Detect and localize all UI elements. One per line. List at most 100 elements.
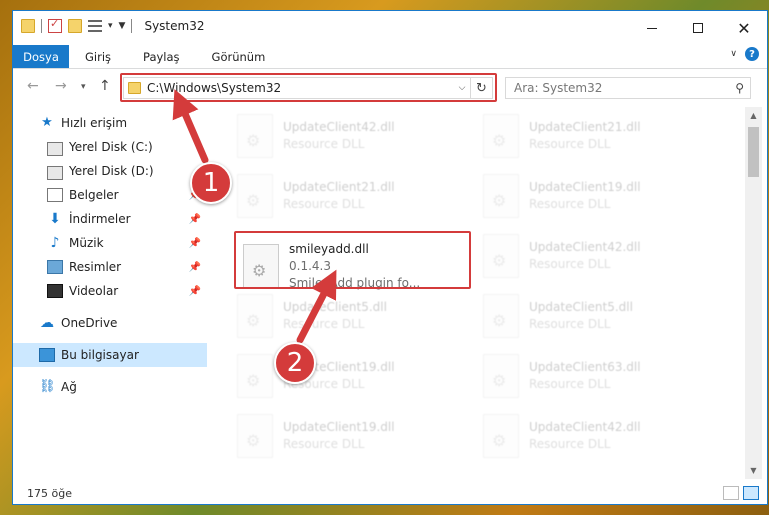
recent-locations-icon[interactable]: ▾: [81, 82, 86, 92]
tab-home[interactable]: Giriş: [69, 45, 127, 68]
file-tile[interactable]: UpdateClient5.dll Resource DLL: [219, 287, 459, 345]
file-name: UpdateClient5.dll: [283, 300, 387, 314]
sidebar-item-music[interactable]: ♪ Müzik 📌: [13, 231, 207, 255]
file-tile[interactable]: UpdateClient19.dllResource DLL: [465, 167, 705, 225]
file-description: Resource DLL: [529, 377, 611, 391]
tab-view[interactable]: Görünüm: [196, 45, 282, 68]
quick-access-toolbar: ▾ ▼ System32: [21, 17, 205, 33]
chevron-down-icon[interactable]: ▾: [108, 21, 113, 31]
scroll-up-icon[interactable]: ▲: [745, 107, 762, 124]
sidebar-item-label: Videolar: [69, 284, 119, 298]
file-tile[interactable]: UpdateClient42.dll Resource DLL: [465, 407, 705, 465]
dll-file-icon: [483, 174, 519, 218]
sidebar-item-label: Belgeler: [69, 188, 119, 202]
dll-file-icon: [237, 294, 273, 338]
sidebar-item-documents[interactable]: Belgeler 📌: [13, 183, 207, 207]
ribbon-help: ∨ ?: [730, 47, 759, 61]
vertical-scrollbar[interactable]: ▲ ▼: [745, 107, 762, 479]
sidebar-item-label: Hızlı erişim: [61, 116, 128, 130]
videos-icon: [47, 284, 63, 298]
close-icon: ✕: [737, 18, 751, 38]
file-tile[interactable]: UpdateClient5.dll Resource DLL: [465, 287, 705, 345]
pin-icon[interactable]: 📌: [189, 262, 201, 273]
status-bar: 175 öğe: [13, 482, 767, 504]
maximize-icon: [693, 23, 703, 33]
dll-file-icon: [237, 414, 273, 458]
file-description: Resource DLL: [283, 197, 365, 211]
sidebar-item-onedrive[interactable]: ☁ OneDrive: [13, 311, 207, 335]
expand-ribbon-icon[interactable]: ∨: [730, 49, 737, 59]
drive-icon: [47, 141, 63, 156]
file-tile[interactable]: UpdateClient63.dll Resource DLL: [465, 347, 705, 405]
file-description: Resource DLL: [283, 137, 365, 151]
file-tile[interactable]: UpdateClient21.dll Resource DLL: [465, 107, 705, 165]
sidebar-item-disk-d[interactable]: Yerel Disk (D:): [13, 159, 207, 183]
file-tile[interactable]: UpdateClient42.dll Resource DLL: [219, 107, 459, 165]
ribbon-tabs: Dosya Giriş Paylaş Görünüm ∨ ?: [13, 45, 767, 69]
file-name: UpdateClient21.dll: [283, 180, 395, 194]
sidebar-item-downloads[interactable]: ⬇ İndirmeler 📌: [13, 207, 207, 231]
customize-qat-icon[interactable]: ▼: [119, 21, 126, 31]
file-tile[interactable]: UpdateClient19.dllResource DLL: [219, 347, 459, 405]
file-tile[interactable]: UpdateClient19.dll Resource DLL: [219, 407, 459, 465]
toolbar-separator: [41, 19, 42, 33]
details-view-icon[interactable]: [723, 486, 739, 500]
file-description: Resource DLL: [529, 257, 611, 271]
scrollbar-thumb[interactable]: [748, 127, 759, 177]
step-badge-2: 2: [274, 342, 316, 384]
cloud-icon: ☁: [40, 315, 54, 331]
folder-icon: [21, 19, 35, 33]
sidebar-item-videos[interactable]: Videolar 📌: [13, 279, 207, 303]
close-button[interactable]: ✕: [721, 11, 767, 45]
title-bar: ▾ ▼ System32 ✕: [13, 11, 767, 45]
pictures-icon: [47, 260, 63, 274]
file-name: UpdateClient21.dll: [529, 120, 641, 134]
file-description: Resource DLL: [283, 437, 365, 451]
search-input[interactable]: Ara: System32 ⚲: [505, 77, 751, 99]
star-icon: ★: [41, 115, 53, 130]
file-description: Resource DLL: [529, 197, 611, 211]
sidebar-item-label: Yerel Disk (D:): [69, 164, 154, 178]
explorer-window: ▾ ▼ System32 ✕ Dosya Giriş Paylaş Görünü…: [12, 10, 768, 505]
dll-file-icon: [237, 354, 273, 398]
file-description: Resource DLL: [529, 437, 611, 451]
sidebar-item-label: Bu bilgisayar: [61, 348, 139, 362]
back-arrow-icon[interactable]: ←: [27, 78, 39, 94]
file-name: UpdateClient5.dll: [529, 300, 633, 314]
tab-share[interactable]: Paylaş: [127, 45, 196, 68]
up-arrow-icon[interactable]: ↑: [99, 78, 111, 94]
pin-icon[interactable]: 📌: [189, 238, 201, 249]
new-folder-icon[interactable]: [68, 19, 82, 33]
properties-icon[interactable]: [48, 17, 62, 33]
pin-icon[interactable]: 📌: [189, 214, 201, 225]
minimize-icon: [647, 27, 657, 29]
sidebar-item-network[interactable]: ⛓ Ağ: [13, 375, 207, 399]
sidebar-item-label: OneDrive: [61, 316, 118, 330]
file-name: UpdateClient19.dll: [283, 420, 395, 434]
pin-icon[interactable]: 📌: [189, 286, 201, 297]
tiles-view-icon[interactable]: [743, 486, 759, 500]
sidebar-item-this-pc[interactable]: Bu bilgisayar: [13, 343, 207, 367]
sidebar-item-quick-access[interactable]: ★ Hızlı erişim: [13, 111, 207, 135]
view-options-icon[interactable]: [88, 20, 102, 32]
search-placeholder: Ara: System32: [514, 81, 603, 95]
step-badge-1: 1: [190, 162, 232, 204]
file-tile[interactable]: UpdateClient21.dll Resource DLL: [219, 167, 459, 225]
dll-file-icon: [483, 294, 519, 338]
search-icon[interactable]: ⚲: [735, 81, 744, 95]
network-icon: ⛓: [39, 379, 56, 394]
help-icon[interactable]: ?: [745, 47, 759, 61]
navigation-bar: ← → ▾ ↑ C:\Windows\System32 ⌵ ↻ Ara: Sys…: [13, 70, 767, 104]
sidebar-item-pictures[interactable]: Resimler 📌: [13, 255, 207, 279]
file-name: UpdateClient42.dll: [529, 420, 641, 434]
minimize-button[interactable]: [629, 11, 675, 45]
forward-arrow-icon[interactable]: →: [55, 78, 67, 94]
window-title: System32: [144, 19, 205, 33]
maximize-button[interactable]: [675, 11, 721, 45]
tab-file[interactable]: Dosya: [13, 45, 69, 68]
file-tile[interactable]: UpdateClient42.dll Resource DLL: [465, 227, 705, 285]
scroll-down-icon[interactable]: ▼: [745, 462, 762, 479]
file-highlight-box: [234, 231, 471, 289]
sidebar-item-disk-c[interactable]: Yerel Disk (C:): [13, 135, 207, 159]
sidebar-item-label: Müzik: [69, 236, 104, 250]
